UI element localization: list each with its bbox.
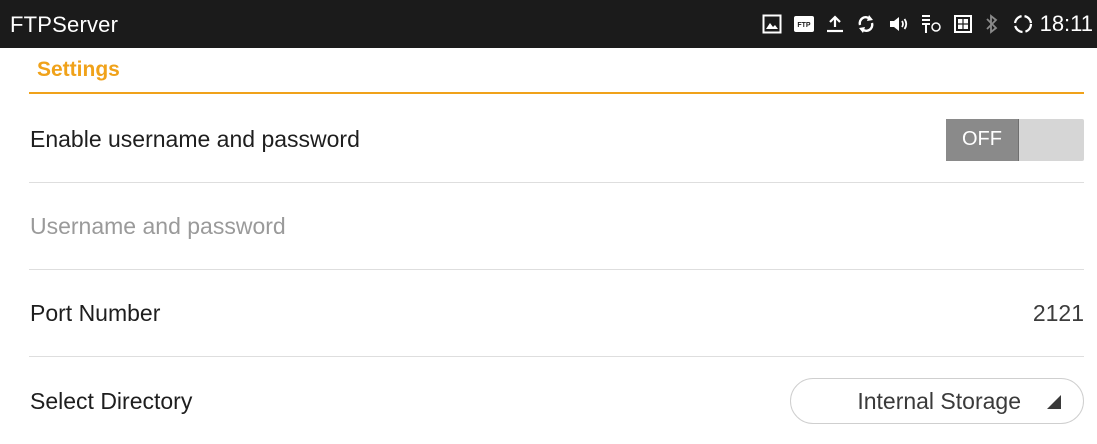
volume-icon: [888, 0, 910, 48]
upload-icon: [826, 0, 844, 48]
credentials-label: Username and password: [30, 213, 286, 239]
status-icons: FTP 18:11: [762, 0, 1093, 48]
directory-dropdown[interactable]: Internal Storage: [790, 378, 1084, 424]
port-number-label: Port Number: [30, 300, 161, 326]
sim-card-icon: [953, 0, 972, 48]
select-directory-label: Select Directory: [30, 387, 193, 414]
port-number-value: 2121: [1032, 300, 1084, 326]
port-number-row[interactable]: Port Number 2121: [29, 271, 1084, 357]
settings-section-title: Settings: [37, 58, 120, 81]
image-icon: [762, 0, 782, 48]
enable-credentials-label: Enable username and password: [30, 126, 360, 152]
dropdown-arrow-icon: [1045, 393, 1061, 409]
credentials-row: Username and password: [29, 184, 1084, 270]
sync-icon: [856, 0, 876, 48]
enable-credentials-row[interactable]: Enable username and password OFF: [29, 97, 1084, 183]
bluetooth-icon: [985, 0, 998, 48]
svg-text:FTP: FTP: [797, 22, 811, 29]
directory-dropdown-value: Internal Storage: [857, 387, 1021, 414]
app-title: FTPServer: [10, 12, 119, 37]
section-divider: [29, 92, 1084, 94]
loading-icon: [1012, 0, 1034, 48]
toggle-state-label: OFF: [946, 118, 1019, 161]
enable-credentials-toggle[interactable]: OFF: [946, 118, 1084, 161]
usb-icon: [920, 0, 942, 48]
ftp-icon: FTP: [793, 0, 814, 48]
select-directory-row: Select Directory Internal Storage: [29, 358, 1084, 444]
status-bar: FTPServer FTP 18:11: [0, 0, 1097, 48]
clock: 18:11: [1039, 11, 1093, 36]
